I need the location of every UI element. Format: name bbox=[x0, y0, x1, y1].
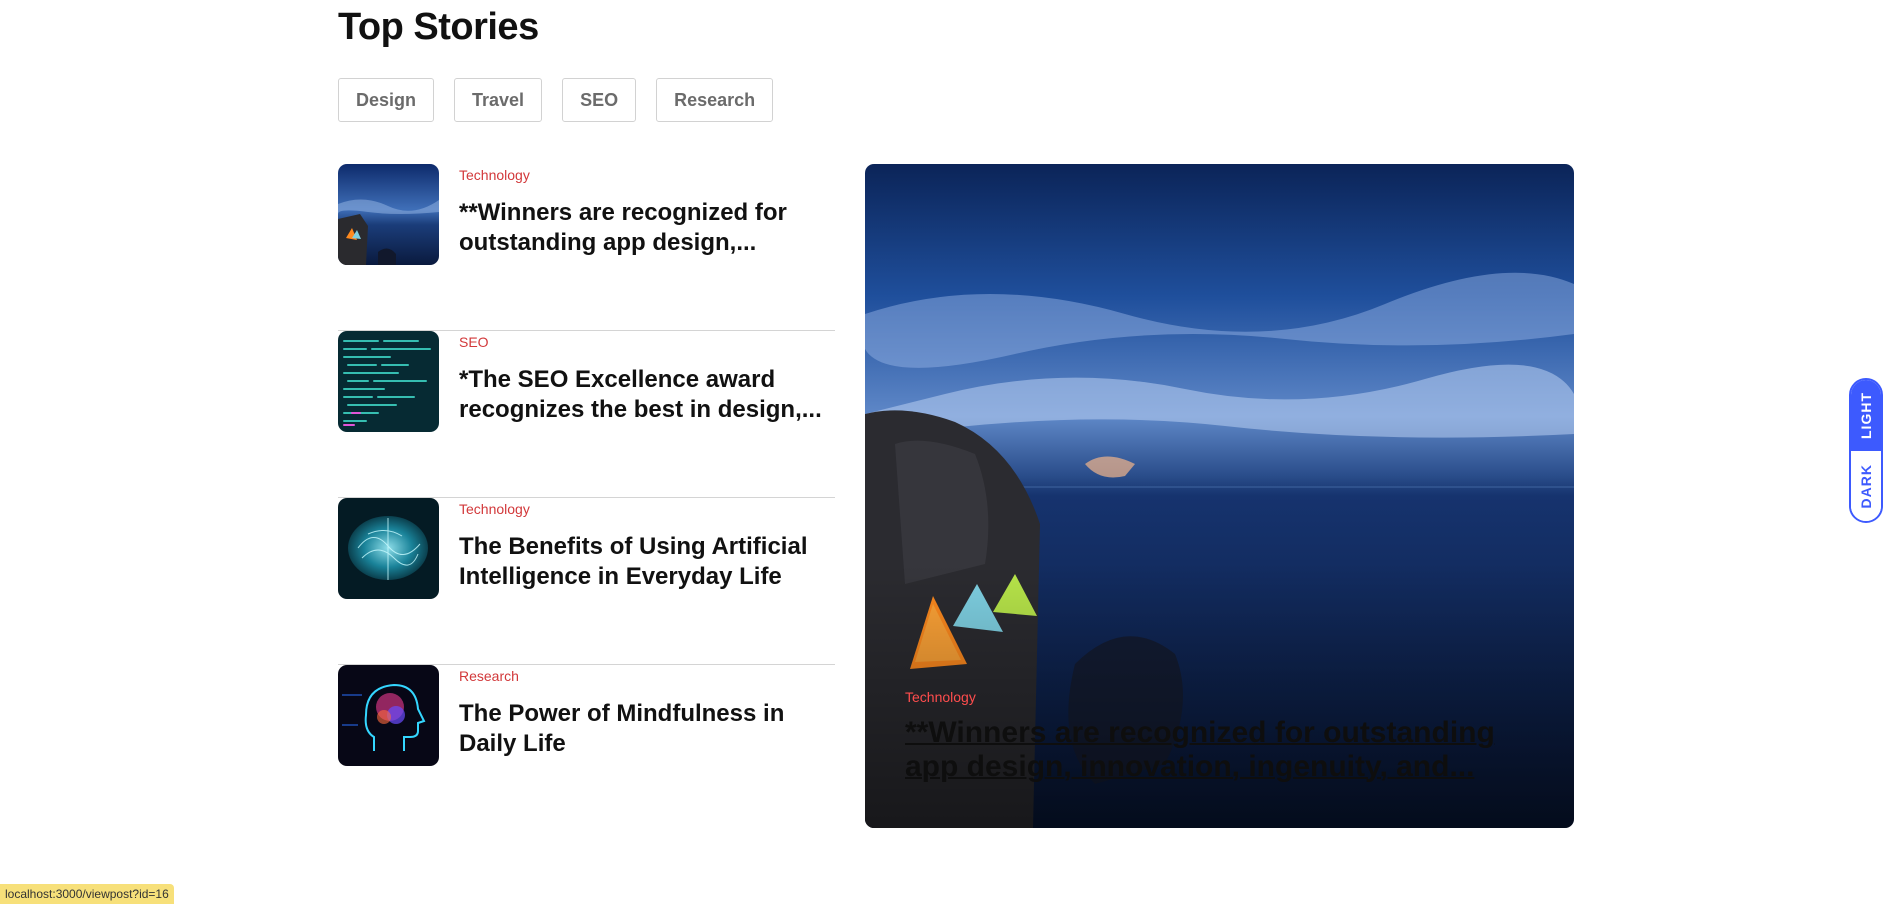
light-mode-button[interactable]: LIGHT bbox=[1851, 380, 1881, 451]
digital-brain-image bbox=[338, 498, 439, 599]
section-title: Top Stories bbox=[338, 6, 539, 48]
chip-research[interactable]: Research bbox=[656, 78, 774, 122]
story-category[interactable]: Research bbox=[459, 667, 835, 685]
dark-label: DARK bbox=[1858, 463, 1874, 508]
story-item[interactable]: Technology The Benefits of Using Artific… bbox=[338, 498, 835, 665]
featured-story-card[interactable]: Technology **Winners are recognized for … bbox=[865, 164, 1574, 828]
dark-mode-button[interactable]: DARK bbox=[1851, 450, 1881, 521]
story-thumbnail-code[interactable] bbox=[338, 331, 439, 432]
chip-design[interactable]: Design bbox=[338, 78, 435, 122]
neon-head-image bbox=[338, 665, 439, 766]
cliff-tents-image bbox=[338, 164, 439, 265]
story-thumbnail-cliff-tents[interactable] bbox=[338, 164, 439, 265]
story-category[interactable]: Technology bbox=[459, 166, 835, 184]
chip-seo[interactable]: SEO bbox=[562, 78, 637, 122]
story-title[interactable]: The Benefits of Using Artificial Intelli… bbox=[459, 532, 835, 592]
story-title[interactable]: The Power of Mindfulness in Daily Life bbox=[459, 699, 835, 759]
status-bar-url: localhost:3000/viewpost?id=16 bbox=[0, 884, 174, 904]
story-title[interactable]: **Winners are recognized for outstanding… bbox=[459, 198, 835, 258]
story-category[interactable]: SEO bbox=[459, 333, 835, 351]
story-thumbnail-head[interactable] bbox=[338, 665, 439, 766]
theme-toggle: LIGHT DARK bbox=[1849, 378, 1883, 523]
story-category[interactable]: Technology bbox=[459, 500, 835, 518]
story-item[interactable]: Technology **Winners are recognized for … bbox=[338, 164, 835, 331]
story-thumbnail-brain[interactable] bbox=[338, 498, 439, 599]
story-item[interactable]: SEO *The SEO Excellence award recognizes… bbox=[338, 331, 835, 498]
featured-category[interactable]: Technology bbox=[905, 689, 976, 705]
chip-travel[interactable]: Travel bbox=[454, 78, 543, 122]
story-item[interactable]: Research The Power of Mindfulness in Dai… bbox=[338, 665, 835, 832]
story-title[interactable]: *The SEO Excellence award recognizes the… bbox=[459, 365, 835, 425]
featured-title[interactable]: **Winners are recognized for outstanding… bbox=[905, 716, 1535, 784]
story-list: Technology **Winners are recognized for … bbox=[338, 164, 835, 832]
code-screen-image bbox=[338, 331, 439, 432]
category-filter-bar: Design Travel SEO Research bbox=[338, 78, 774, 122]
light-label: LIGHT bbox=[1858, 391, 1874, 439]
